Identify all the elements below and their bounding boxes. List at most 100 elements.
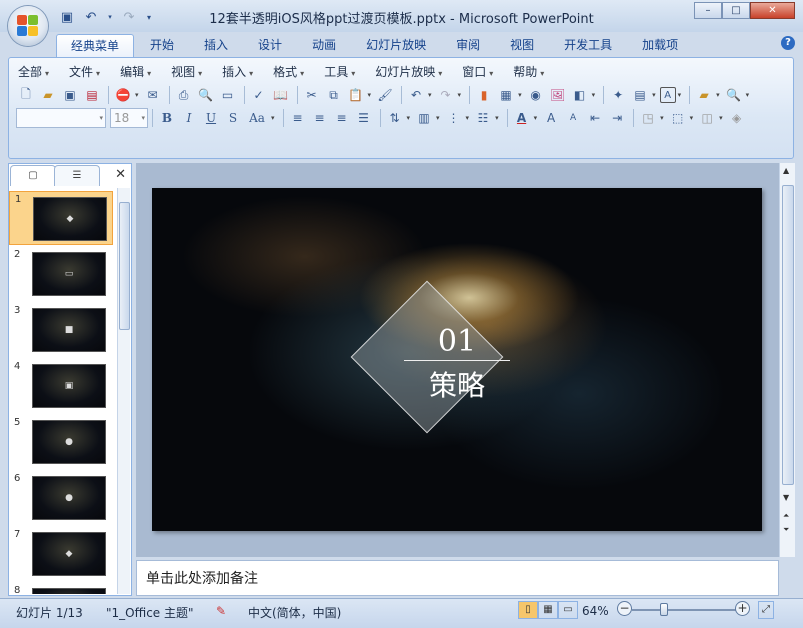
menu-file[interactable]: 文件 ▾ [59,64,110,80]
text-box-icon[interactable]: A [659,87,676,103]
menu-edit[interactable]: 编辑 ▾ [110,64,161,80]
slide-layout-icon[interactable]: ▤ [630,85,650,105]
align-left-icon[interactable]: ≡ [288,108,308,128]
notes-placeholder[interactable]: 单击此处添加备注 [146,568,258,588]
help-icon[interactable]: ? [781,36,795,50]
slide-thumbnail-2[interactable]: 2 ▭ [9,247,113,301]
tab-insert[interactable]: 插入 [190,34,242,58]
dropdown-icon[interactable]: ▾ [458,91,462,99]
save-icon[interactable]: ▣ [60,85,80,105]
zoom-slider-knob[interactable] [660,603,668,616]
color-grayscale-icon[interactable]: ◧ [570,85,590,105]
text-shadow-button[interactable]: S [223,108,243,128]
spelling-icon[interactable]: ✓ [249,85,269,105]
shrink-font-icon[interactable]: A [563,108,583,128]
minimize-button[interactable]: – [694,2,722,19]
language-indicator[interactable]: 中文(简体，中国) [248,604,341,621]
dropdown-icon[interactable]: ▾ [660,114,664,122]
zoom-slider[interactable] [632,609,736,611]
dropdown-icon[interactable]: ▾ [436,114,440,122]
tab-addins[interactable]: 加载项 [628,34,692,58]
menu-window[interactable]: 窗口 ▾ [452,64,503,80]
research-icon[interactable]: 📖 [271,85,291,105]
tab-developer[interactable]: 开发工具 [550,34,626,58]
theme-name[interactable]: "1_Office 主题" [106,604,194,621]
slide-thumbnail-7[interactable]: 7 ◆ [9,527,113,581]
arrange-icon[interactable]: ⬚ [668,108,688,128]
office-button[interactable] [8,6,48,46]
folder-icon[interactable]: ▰ [694,85,714,105]
close-button[interactable]: ✕ [750,2,795,19]
dropdown-icon[interactable]: ▾ [652,91,656,99]
bullets-icon[interactable]: ☷ [473,108,493,128]
dropdown-icon[interactable]: ▾ [716,91,720,99]
tab-view[interactable]: 视图 [496,34,548,58]
maximize-button[interactable]: □ [722,2,750,19]
scroll-down-icon[interactable]: ▼ [783,493,789,502]
close-panel-icon[interactable]: ✕ [115,167,126,182]
dropdown-icon[interactable]: ▾ [678,91,682,99]
copy-icon[interactable]: ⧉ [324,85,344,105]
decrease-indent-icon[interactable]: ⇤ [585,108,605,128]
scroll-up-icon[interactable]: ▲ [783,166,789,175]
dropdown-icon[interactable]: ▾ [495,114,499,122]
tab-review[interactable]: 审阅 [442,34,494,58]
format-painter-icon[interactable]: 🖌 [375,85,395,105]
fit-to-window-icon[interactable]: ⤢ [758,601,774,619]
dropdown-icon[interactable]: ▾ [592,91,596,99]
font-color-icon[interactable]: A [512,108,532,128]
italic-button[interactable]: I [179,108,199,128]
menu-format[interactable]: 格式 ▾ [263,64,314,80]
menu-tools[interactable]: 工具 ▾ [314,64,365,80]
dropdown-icon[interactable]: ▾ [135,91,139,99]
tab-classic-menu[interactable]: 经典菜单 [56,34,135,58]
font-name-combo[interactable]: ▾ [16,108,106,128]
dropdown-icon[interactable]: ▾ [518,91,522,99]
new-slide-icon[interactable]: ✦ [608,85,628,105]
dropdown-icon[interactable]: ▾ [271,114,275,122]
justify-icon[interactable]: ☰ [354,108,374,128]
dropdown-icon[interactable]: ▾ [466,114,470,122]
slide-thumbnail-5[interactable]: 5 ● [9,415,113,469]
shapes-icon[interactable]: ◳ [638,108,658,128]
tab-outline[interactable]: ☰ [54,165,100,186]
previous-slide-icon[interactable]: ⏶ [783,511,789,521]
chart-icon[interactable]: ▮ [474,85,494,105]
dropdown-icon[interactable]: ▾ [407,114,411,122]
quick-styles-icon[interactable]: ◫ [697,108,717,128]
bold-button[interactable]: B [157,108,177,128]
slide-canvas[interactable]: 01 策略 [152,188,762,531]
print-icon[interactable]: ⎙ [174,85,194,105]
redo-icon[interactable]: ↷ [436,85,456,105]
change-case-button[interactable]: Aa [245,108,269,128]
dropdown-icon[interactable]: ▾ [690,114,694,122]
print-preview-icon[interactable]: 🔍 [196,85,216,105]
spelling-check-icon[interactable]: ✎ [216,604,226,618]
zoom-out-icon[interactable]: − [617,601,632,616]
save-as-pdf-icon[interactable]: ▤ [82,85,102,105]
columns-icon[interactable]: ▥ [414,108,434,128]
tab-slides[interactable]: ▢ [10,165,56,186]
zoom-percentage[interactable]: 64% [582,604,609,618]
dropdown-icon[interactable]: ▾ [368,91,372,99]
search-icon[interactable]: 🔍 [724,85,744,105]
grow-font-icon[interactable]: A [541,108,561,128]
underline-button[interactable]: U [201,108,221,128]
permission-icon[interactable]: ⛔ [113,85,133,105]
normal-view-icon[interactable]: ▯ [518,601,538,619]
align-right-icon[interactable]: ≡ [332,108,352,128]
dropdown-icon[interactable]: ▾ [719,114,723,122]
tab-home[interactable]: 开始 [136,34,188,58]
numbering-icon[interactable]: ⋮ [444,108,464,128]
cut-icon[interactable]: ✂ [302,85,322,105]
email-attach-icon[interactable]: ✉ [143,85,163,105]
new-document-icon[interactable]: 🗋 [16,85,36,105]
zoom-in-icon[interactable]: + [735,601,750,616]
slideshow-view-icon[interactable]: ▭ [558,601,578,619]
slide-thumbnail-8[interactable]: 8 [9,583,113,594]
dropdown-icon[interactable]: ▾ [534,114,538,122]
text-direction-icon[interactable]: ⇅ [385,108,405,128]
slide-thumbnail-3[interactable]: 3 ■ [9,303,113,357]
font-size-combo[interactable]: 18 ▾ [110,108,148,128]
align-center-icon[interactable]: ≡ [310,108,330,128]
